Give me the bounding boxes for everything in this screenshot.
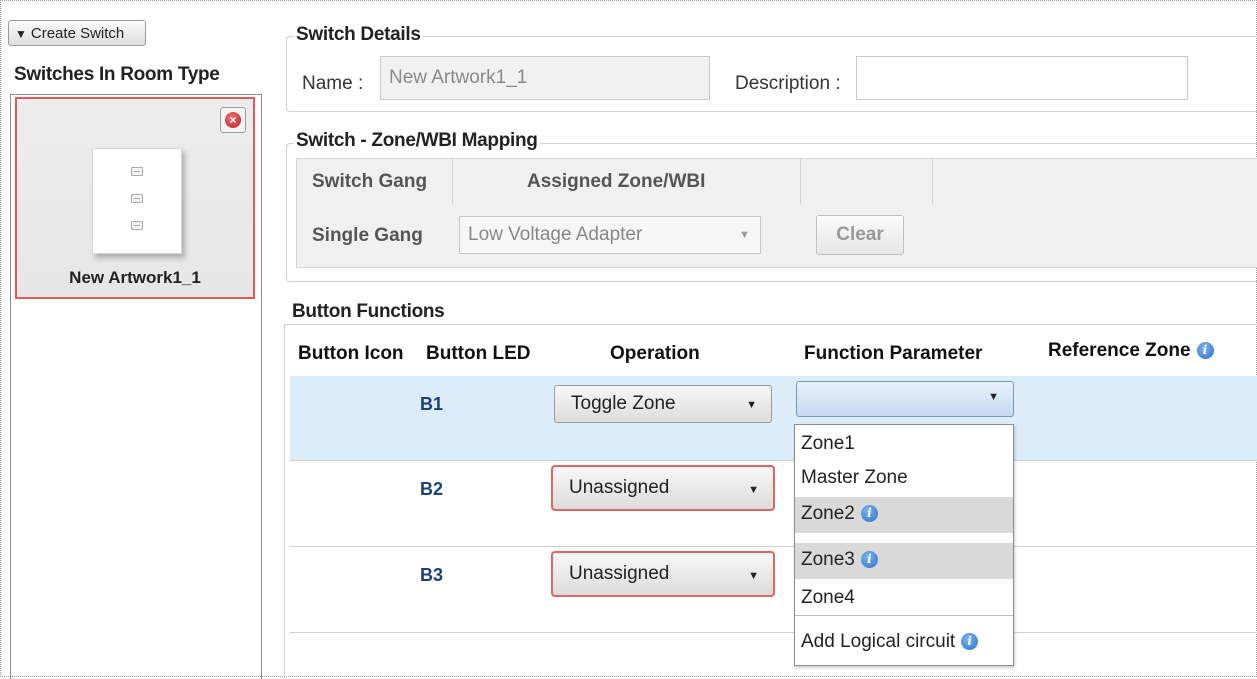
plate-button-icon (131, 221, 143, 230)
function-parameter-dropdown: Zone1 Master Zone Zone2 i Zone3 i Zone4 Ad… (794, 424, 1014, 666)
assigned-zone-select[interactable]: Low Voltage Adapter ▼ (459, 216, 761, 254)
reference-zone-label: Reference Zone (1048, 340, 1191, 361)
close-icon: × (225, 112, 241, 128)
description-label: Description : (735, 73, 841, 94)
chevron-down-icon: ▼ (746, 399, 757, 411)
row-divider (290, 460, 1257, 461)
switch-details-legend: Switch Details (294, 24, 423, 46)
switch-gang-header: Switch Gang (312, 171, 428, 192)
plate-button-icon (131, 194, 143, 203)
add-logical-circuit-label: Add Logical circuit (801, 631, 956, 652)
zone-mapping-legend: Switch - Zone/WBI Mapping (294, 130, 540, 152)
single-gang-label: Single Gang (312, 225, 423, 246)
dropdown-item-master-zone[interactable]: Master Zone (795, 461, 1013, 495)
info-icon[interactable]: i (961, 633, 979, 651)
clear-button[interactable]: Clear (816, 215, 904, 255)
info-icon[interactable]: i (860, 551, 878, 569)
operation-select[interactable]: Unassigned ▼ (551, 551, 775, 597)
dropdown-item-add-logical-circuit[interactable]: Add Logical circuit i (795, 625, 1013, 659)
operation-value: Unassigned (569, 477, 670, 498)
button-functions-legend: Button Functions (290, 301, 447, 323)
triangle-down-icon: ▼ (15, 27, 27, 41)
zone3-label: Zone3 (801, 549, 855, 570)
switch-plate-thumbnail[interactable] (92, 148, 182, 254)
chevron-down-icon: ▼ (739, 229, 750, 241)
reference-zone-header: Reference Zone i (1048, 340, 1214, 362)
function-parameter-select[interactable]: ▼ (796, 381, 1014, 417)
description-field[interactable] (856, 56, 1188, 100)
zone2-label: Zone2 (801, 503, 855, 524)
remove-switch-button[interactable]: × (220, 107, 246, 133)
function-parameter-header: Function Parameter (804, 343, 983, 364)
info-icon[interactable]: i (860, 505, 878, 523)
create-switch-label: Create Switch (30, 25, 125, 42)
plate-button-icon (131, 167, 143, 176)
assigned-zone-header: Assigned Zone/WBI (527, 171, 706, 192)
chevron-down-icon: ▼ (748, 570, 759, 582)
create-switch-button[interactable]: ▼ Create Switch (8, 20, 146, 46)
info-icon[interactable]: i (1196, 342, 1214, 360)
column-divider (932, 158, 933, 204)
switches-in-room-type-title: Switches In Room Type (14, 64, 220, 85)
operation-header: Operation (610, 343, 700, 364)
column-divider (800, 158, 801, 204)
operation-select[interactable]: Toggle Zone ▼ (554, 385, 772, 423)
name-field[interactable]: New Artwork1_1 (380, 56, 710, 100)
operation-value: Toggle Zone (571, 393, 676, 414)
chevron-down-icon: ▼ (988, 391, 999, 403)
assigned-zone-value: Low Voltage Adapter (468, 224, 643, 245)
dropdown-item-zone1[interactable]: Zone1 (795, 427, 1013, 461)
table-row[interactable] (290, 376, 1257, 460)
zone-mapping-table (296, 158, 1257, 268)
button-icon-header: Button Icon (298, 343, 404, 364)
button-number: B2 (420, 479, 444, 499)
switch-card-label: New Artwork1_1 (69, 268, 201, 287)
dropdown-item-zone4[interactable]: Zone4 (795, 581, 1013, 615)
button-number: B1 (420, 394, 444, 414)
button-led-header: Button LED (426, 343, 531, 364)
dropdown-item-zone2[interactable]: Zone2 i (795, 497, 1013, 533)
chevron-down-icon: ▼ (748, 484, 759, 496)
name-label: Name : (302, 73, 364, 94)
row-divider (290, 632, 1257, 633)
dropdown-divider (795, 615, 1013, 616)
operation-value: Unassigned (569, 563, 670, 584)
operation-select[interactable]: Unassigned ▼ (551, 465, 775, 511)
row-divider (290, 546, 1257, 547)
column-divider (452, 158, 453, 204)
dropdown-item-zone3[interactable]: Zone3 i (795, 543, 1013, 579)
button-number: B3 (420, 565, 444, 585)
